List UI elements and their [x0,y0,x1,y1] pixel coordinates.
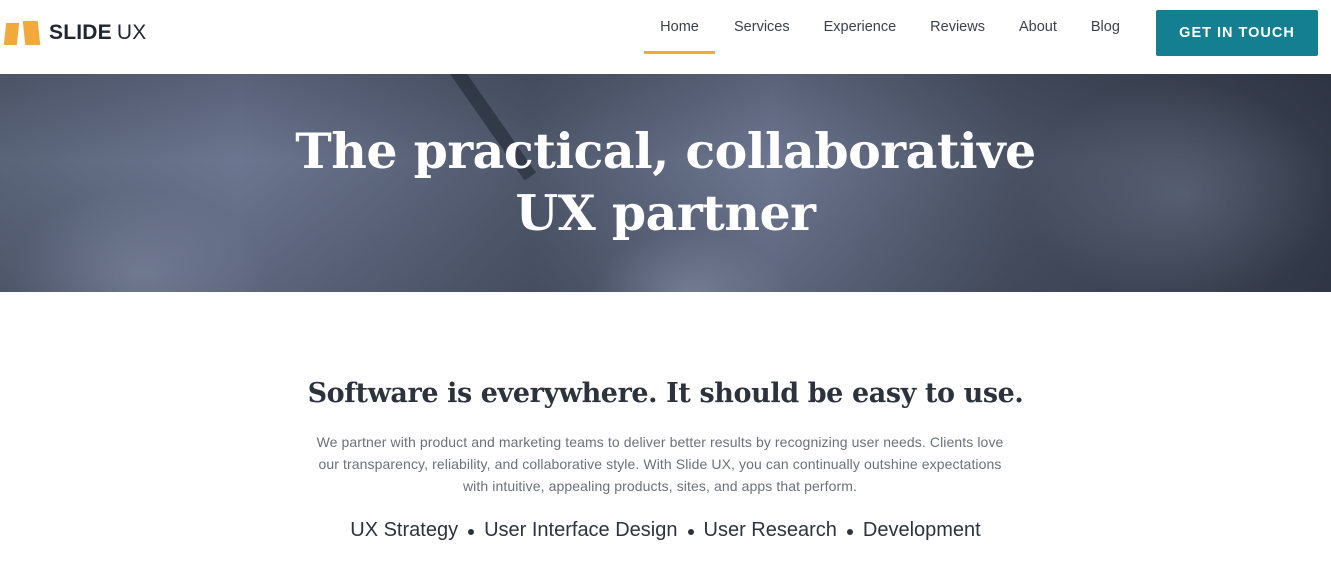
intro-line-1: We partner with product and marketing te… [316,434,1004,450]
bullet-separator [846,528,853,535]
bullet-separator [687,528,694,535]
nav-item-home[interactable]: Home [644,0,715,54]
section-headline: Software is everywhere. It should be eas… [307,378,1024,409]
service-user-interface-design: User Interface Design [484,519,678,541]
service-user-research: User Research [703,519,837,541]
hero-title-line-2: UX partner [515,184,816,242]
site-logo[interactable]: SLIDE UX [3,20,146,46]
nav-item-about[interactable]: About [1019,0,1057,54]
slide-ux-logo-icon [3,21,41,45]
nav-item-blog[interactable]: Blog [1091,0,1120,54]
service-ux-strategy: UX Strategy [350,519,459,541]
intro-line-2: our transparency, reliability, and colla… [318,456,1002,472]
get-in-touch-button[interactable]: GET IN TOUCH [1156,10,1318,56]
main-nav: Home Services Experience Reviews About B… [644,0,1120,74]
service-development: Development [862,519,981,541]
hero-title-line-1: The practical, collaborative [295,122,1036,180]
intro-paragraph: We partner with product and marketing te… [285,431,1035,497]
bullet-separator [468,528,475,535]
hero-banner: The practical, collaborative UX partner [0,74,1331,292]
logo-wordmark-bold: SLIDE [49,21,112,44]
services-list: UX Strategy User Interface Design User R… [0,519,1331,542]
logo-wordmark: SLIDE UX [49,21,146,45]
site-header: SLIDE UX Home Services Experience Reviews… [0,0,1331,74]
intro-line-3: with intuitive, appealing products, site… [462,478,858,494]
hero-title: The practical, collaborative UX partner [0,120,1331,244]
nav-item-experience[interactable]: Experience [824,0,897,54]
intro-section: Software is everywhere. It should be eas… [0,292,1331,575]
nav-item-services[interactable]: Services [734,0,790,54]
logo-wordmark-light: UX [116,21,147,44]
nav-item-reviews[interactable]: Reviews [930,0,985,54]
